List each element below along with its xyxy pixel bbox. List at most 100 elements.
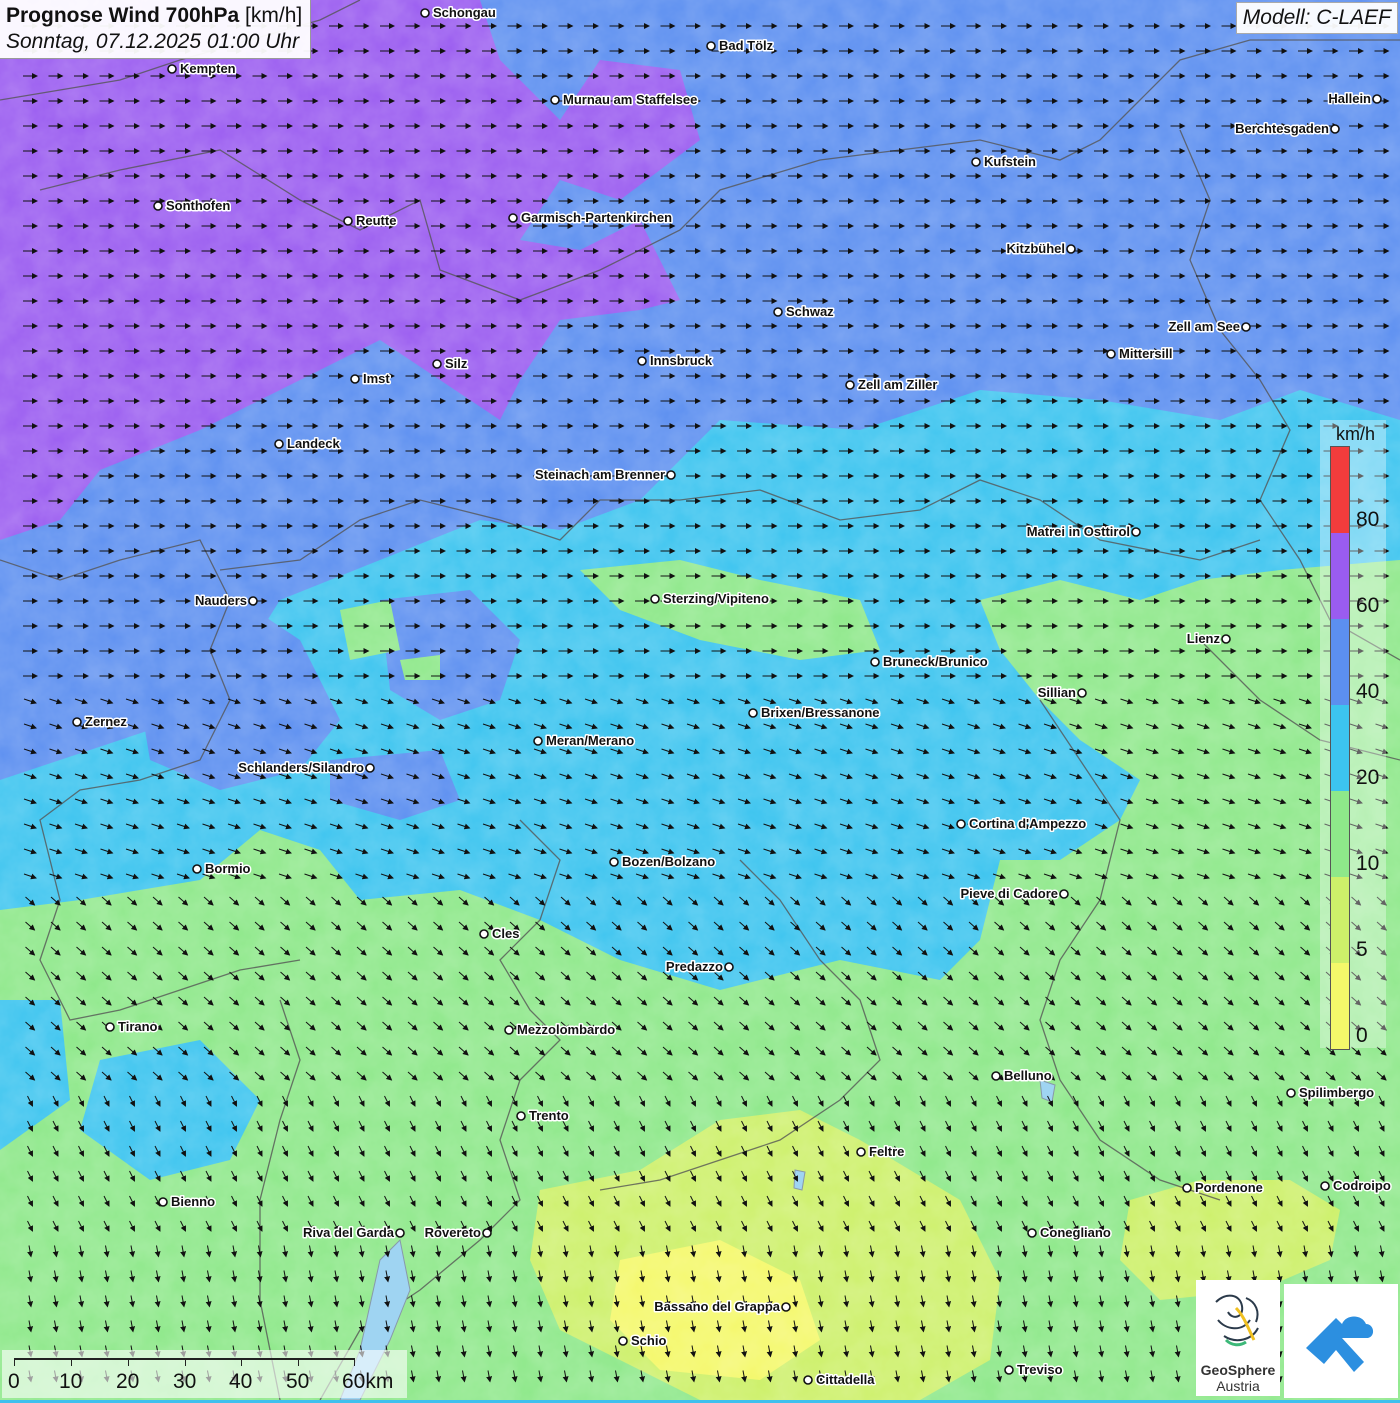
scale-tick [71, 1358, 72, 1366]
city-dot [479, 929, 489, 939]
wind-map[interactable]: Schongau Bad Tölz Kempten Murnau am Staffel… [0, 0, 1400, 1400]
geosphere-logo[interactable]: GeoSphere Austria [1196, 1280, 1280, 1396]
city-label: Riva del Garda [303, 1225, 395, 1240]
geosphere-name: GeoSphere [1200, 1362, 1276, 1378]
city-label: Bassano del Grappa [654, 1299, 780, 1314]
city-marker[interactable]: Berchtesgaden [1234, 120, 1340, 138]
city-marker[interactable]: Zell am See [1167, 318, 1251, 336]
city-label: Belluno [1004, 1068, 1052, 1083]
city-label: Lienz [1187, 631, 1221, 646]
city-label: Berchtesgaden [1235, 121, 1329, 136]
city-label: Pieve di Cadore [960, 886, 1058, 901]
city-marker[interactable]: Bozen/Bolzano [609, 853, 717, 871]
city-label: Imst [363, 371, 390, 386]
city-marker[interactable]: Murnau am Staffelsee [550, 91, 699, 109]
city-label: Kitzbühel [1007, 241, 1066, 256]
city-marker[interactable]: Innsbruck [637, 352, 714, 370]
city-dot [637, 356, 647, 366]
city-label: Silz [445, 356, 468, 371]
city-marker[interactable]: Bruneck/Brunico [870, 653, 989, 671]
city-dot [856, 1147, 866, 1157]
city-dot [1320, 1181, 1330, 1191]
city-marker[interactable]: Schlanders/Silandro [237, 759, 375, 777]
legend-label-20: 20 [1356, 766, 1380, 789]
city-label: Mittersill [1119, 346, 1172, 361]
city-label: Nauders [195, 593, 247, 608]
scale-bar: 0 10 20 30 40 50 60km [2, 1350, 407, 1398]
city-dot [618, 1336, 628, 1346]
city-marker[interactable]: Spilimbergo [1286, 1084, 1376, 1102]
city-dot [971, 157, 981, 167]
app-logo[interactable] [1284, 1284, 1398, 1398]
color-legend: km/h 80 60 40 20 10 5 0 [1320, 420, 1386, 1050]
city-dot [105, 1022, 115, 1032]
scale-label-20: 20 [116, 1370, 140, 1393]
city-marker[interactable]: Schongau [420, 4, 497, 22]
city-dot [956, 819, 966, 829]
city-label: Bozen/Bolzano [622, 854, 715, 869]
city-marker[interactable]: Bassano del Grappa [653, 1298, 791, 1316]
city-label: Schlanders/Silandro [238, 760, 364, 775]
city-dot [1027, 1228, 1037, 1238]
city-label: Murnau am Staffelsee [563, 92, 697, 107]
scale-tick [185, 1358, 186, 1366]
city-marker[interactable]: Predazzo [664, 958, 734, 976]
scale-tick [298, 1358, 299, 1366]
city-dot [482, 1228, 492, 1238]
city-marker[interactable]: Kitzbühel [1005, 240, 1076, 258]
city-dot [192, 864, 202, 874]
legend-label-0: 0 [1356, 1024, 1368, 1047]
city-marker[interactable]: Sterzing/Vipiteno [650, 590, 770, 608]
city-marker[interactable]: Mezzolombardo [504, 1021, 617, 1039]
city-marker[interactable]: Pieve di Cadore [959, 885, 1069, 903]
legend-color-bar [1330, 446, 1350, 1050]
city-dot [1241, 322, 1251, 332]
city-label: Sonthofen [166, 198, 230, 213]
city-marker[interactable]: Steinach am Brenner [533, 466, 676, 484]
city-marker[interactable]: Garmisch-Partenkirchen [508, 209, 674, 227]
city-dot [1004, 1365, 1014, 1375]
scale-label-30: 30 [173, 1370, 197, 1393]
city-dot [706, 41, 716, 51]
city-label: Spilimbergo [1299, 1085, 1374, 1100]
city-label: Cortina d'Ampezzo [969, 816, 1086, 831]
city-label: Zell am Ziller [858, 377, 937, 392]
city-dot [650, 594, 660, 604]
legend-seg-10 [1331, 791, 1349, 877]
city-marker[interactable]: Cortina d'Ampezzo [956, 815, 1088, 833]
city-dot [1330, 124, 1340, 134]
scale-label-0: 0 [8, 1370, 20, 1393]
city-marker[interactable]: Matrei in Osttirol [1025, 523, 1141, 541]
city-label: Innsbruck [650, 353, 713, 368]
city-dot [72, 717, 82, 727]
scale-line [14, 1358, 354, 1360]
city-marker[interactable]: Brixen/Bressanone [748, 704, 881, 722]
city-dot [870, 657, 880, 667]
city-marker[interactable]: Conegliano [1027, 1224, 1112, 1242]
city-label: Bruneck/Brunico [883, 654, 988, 669]
city-label: Zell am See [1168, 319, 1240, 334]
city-dot [1066, 244, 1076, 254]
city-label: Bad Tölz [719, 38, 774, 53]
city-dot [550, 95, 560, 105]
city-marker[interactable]: Zell am Ziller [845, 376, 939, 394]
city-marker[interactable]: Riva del Garda [301, 1224, 405, 1242]
city-label: Kempten [180, 61, 236, 76]
city-dot [248, 596, 258, 606]
legend-seg-5 [1331, 877, 1349, 963]
scale-label-10: 10 [59, 1370, 83, 1393]
city-dot [724, 962, 734, 972]
scale-tick [241, 1358, 242, 1366]
city-dot [350, 374, 360, 384]
city-marker[interactable]: Sonthofen [153, 197, 232, 215]
city-marker[interactable]: Meran/Merano [533, 732, 636, 750]
city-dot [991, 1071, 1001, 1081]
city-dot [153, 201, 163, 211]
city-label: Treviso [1017, 1362, 1063, 1377]
legend-seg-0 [1331, 963, 1349, 1049]
city-dot [748, 708, 758, 718]
geosphere-country: Austria [1216, 1378, 1260, 1394]
city-marker[interactable]: Pordenone [1182, 1179, 1264, 1197]
forecast-datetime: Sonntag, 07.12.2025 01:00 Uhr [6, 30, 300, 53]
legend-label-60: 60 [1356, 594, 1380, 617]
